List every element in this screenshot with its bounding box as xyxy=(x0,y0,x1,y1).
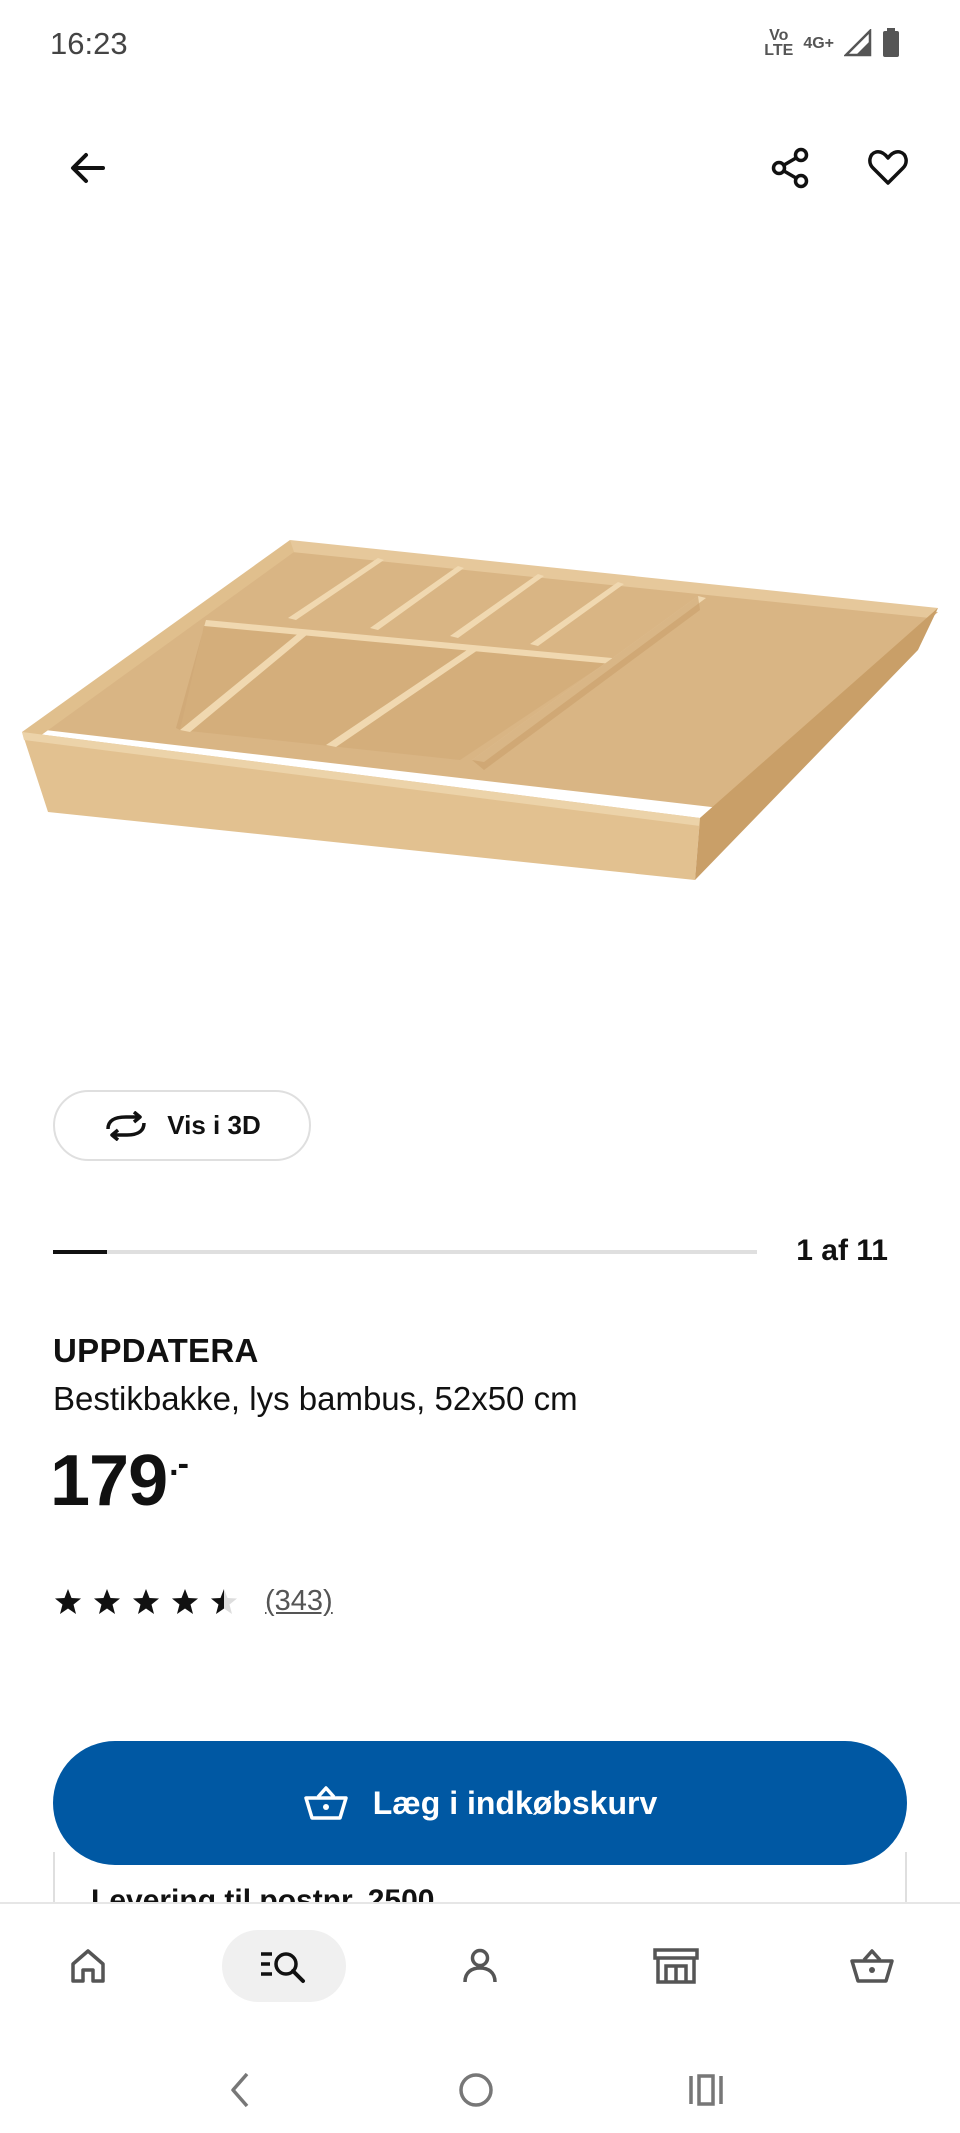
product-price: 179.- xyxy=(50,1440,189,1522)
nav-profile[interactable] xyxy=(418,1930,542,2002)
basket-icon xyxy=(850,1949,894,1983)
nav-store[interactable] xyxy=(614,1930,738,2002)
product-brand: UPPDATERA xyxy=(53,1332,259,1369)
gallery-progress-fill xyxy=(53,1250,108,1254)
product-rating[interactable]: (343) xyxy=(53,1585,333,1618)
system-nav xyxy=(0,2032,960,2133)
share-button[interactable] xyxy=(751,128,831,208)
top-bar xyxy=(0,120,960,215)
nav-basket[interactable] xyxy=(810,1930,934,2002)
rotate-3d-icon xyxy=(106,1110,147,1141)
favorite-button[interactable] xyxy=(848,128,928,208)
nav-search[interactable] xyxy=(222,1930,346,2002)
view-3d-label: Vis i 3D xyxy=(167,1110,261,1140)
nav-home[interactable] xyxy=(26,1930,150,2002)
star-full-icon xyxy=(94,1588,120,1614)
cutlery-tray-image xyxy=(22,540,938,880)
add-to-cart-label: Læg i indkøbskurv xyxy=(372,1784,658,1821)
system-home-button[interactable] xyxy=(436,2050,516,2130)
home-icon xyxy=(71,1949,105,1983)
gallery-progress xyxy=(53,1250,757,1254)
signal-icon xyxy=(844,29,872,57)
view-3d-button[interactable]: Vis i 3D xyxy=(53,1090,311,1161)
arrow-left-icon xyxy=(71,153,105,183)
star-full-icon xyxy=(172,1588,198,1614)
chevron-left-icon xyxy=(231,2072,249,2108)
circle-home-icon xyxy=(459,2073,493,2107)
volte-bottom: LTE xyxy=(764,42,794,59)
product-image[interactable] xyxy=(0,240,960,1060)
share-icon xyxy=(771,147,809,189)
store-icon xyxy=(653,1948,699,1984)
add-to-cart-button[interactable]: Læg i indkøbskurv xyxy=(53,1741,907,1865)
rating-count[interactable]: (343) xyxy=(265,1585,333,1618)
bottom-nav xyxy=(0,1902,960,2032)
product-description: Bestikbakke, lys bambus, 52x50 cm xyxy=(53,1380,578,1417)
profile-icon xyxy=(463,1948,497,1983)
basket-icon xyxy=(304,1786,348,1820)
heart-outline-icon xyxy=(868,150,908,185)
back-button[interactable] xyxy=(48,128,128,208)
recents-icon xyxy=(689,2074,723,2106)
status-bar: 16:23 Vo LTE 4G+ xyxy=(0,0,960,92)
price-suffix: .- xyxy=(169,1445,189,1483)
star-full-icon xyxy=(55,1588,81,1614)
rating-stars xyxy=(53,1587,239,1617)
volte-top: Vo xyxy=(769,27,789,44)
network-type: 4G+ xyxy=(803,34,834,52)
star-half-icon xyxy=(211,1588,237,1614)
system-recents-button[interactable] xyxy=(666,2050,746,2130)
battery-icon xyxy=(883,28,899,57)
price-value: 179 xyxy=(50,1441,168,1521)
gallery-counter: 1 af 11 xyxy=(796,1234,888,1267)
search-icon xyxy=(261,1952,305,1983)
system-back-button[interactable] xyxy=(200,2050,280,2130)
status-icons: Vo LTE 4G+ xyxy=(764,27,900,59)
volte-indicator: Vo LTE xyxy=(764,27,794,59)
star-full-icon xyxy=(133,1588,159,1614)
status-time: 16:23 xyxy=(50,26,128,61)
